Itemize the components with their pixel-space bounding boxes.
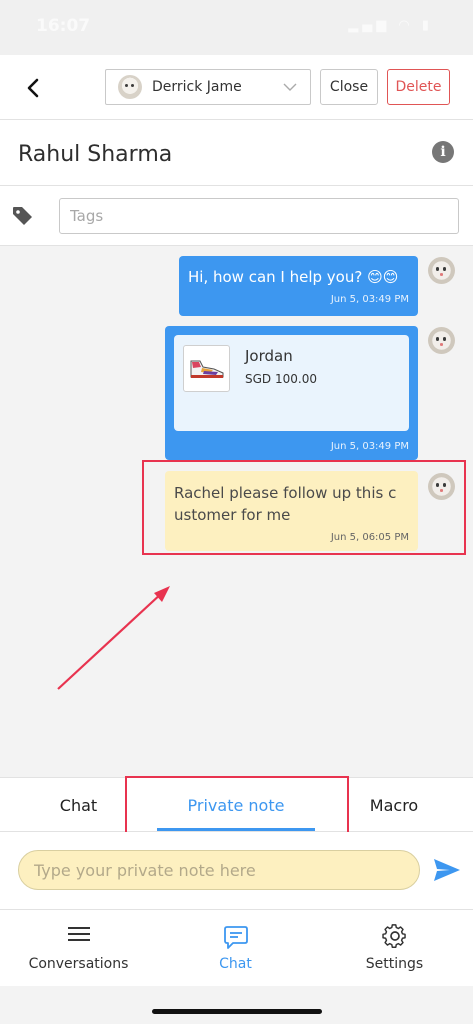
nav-label: Settings xyxy=(365,956,424,972)
chat-area[interactable]: Hi, how can I help you? 😊😊 Jun 5, 03:49 … xyxy=(0,246,473,777)
agent-select[interactable]: Derrick Jame xyxy=(105,69,311,105)
message-text: Hi, how can I help you? 😊😊 xyxy=(188,268,399,286)
tags-row xyxy=(0,186,473,246)
contact-header: Rahul Sharma i xyxy=(0,120,473,186)
home-indicator[interactable] xyxy=(152,1009,322,1014)
agent-name: Derrick Jame xyxy=(152,79,242,95)
composer xyxy=(0,832,473,910)
annotation-arrow-icon xyxy=(57,586,170,690)
message-time: Jun 5, 03:49 PM xyxy=(330,441,409,452)
top-bar: Derrick Jame Close Delete xyxy=(0,55,473,120)
nav-conversations[interactable]: Conversations xyxy=(0,910,157,986)
nav-chat[interactable]: Chat xyxy=(157,910,314,986)
product-card[interactable]: Jordan SGD 100.00 xyxy=(174,335,409,431)
product-price: SGD 100.00 xyxy=(245,372,317,386)
sender-avatar xyxy=(428,327,455,354)
chat-icon xyxy=(223,926,248,949)
home-area xyxy=(0,986,473,1024)
product-name: Jordan xyxy=(245,347,293,365)
annotation-highlight-note xyxy=(142,460,466,555)
bottom-nav: Conversations Chat Settings xyxy=(0,910,473,986)
chevron-down-icon xyxy=(283,83,297,91)
agent-avatar xyxy=(118,75,142,99)
tags-input[interactable] xyxy=(59,198,459,234)
close-button[interactable]: Close xyxy=(320,69,378,105)
status-bar: 16:07 ▂▄▆ ◠ ▮ xyxy=(0,0,473,55)
send-icon[interactable] xyxy=(433,858,461,882)
contact-name: Rahul Sharma xyxy=(18,142,173,167)
nav-label: Chat xyxy=(219,956,252,972)
private-note-input[interactable] xyxy=(18,850,420,890)
back-button[interactable] xyxy=(18,73,48,103)
sneaker-icon xyxy=(190,360,223,378)
chevron-left-icon xyxy=(27,78,39,98)
product-message-bubble: Jordan SGD 100.00 Jun 5, 03:49 PM xyxy=(165,326,418,460)
nav-settings[interactable]: Settings xyxy=(316,910,473,986)
status-icons: ▂▄▆ ◠ ▮ xyxy=(348,18,433,33)
message-time: Jun 5, 03:49 PM xyxy=(330,294,409,305)
menu-icon xyxy=(67,927,90,941)
info-icon[interactable]: i xyxy=(432,141,454,163)
nav-label: Conversations xyxy=(28,956,129,972)
status-time: 16:07 xyxy=(36,16,91,36)
tag-icon xyxy=(13,207,32,225)
composer-tabs: Chat Private note Macro xyxy=(0,776,473,842)
gear-icon xyxy=(381,924,406,948)
message-bubble: Hi, how can I help you? 😊😊 Jun 5, 03:49 … xyxy=(179,256,418,316)
sender-avatar xyxy=(428,257,455,284)
product-image xyxy=(183,345,230,392)
delete-button[interactable]: Delete xyxy=(387,69,450,105)
